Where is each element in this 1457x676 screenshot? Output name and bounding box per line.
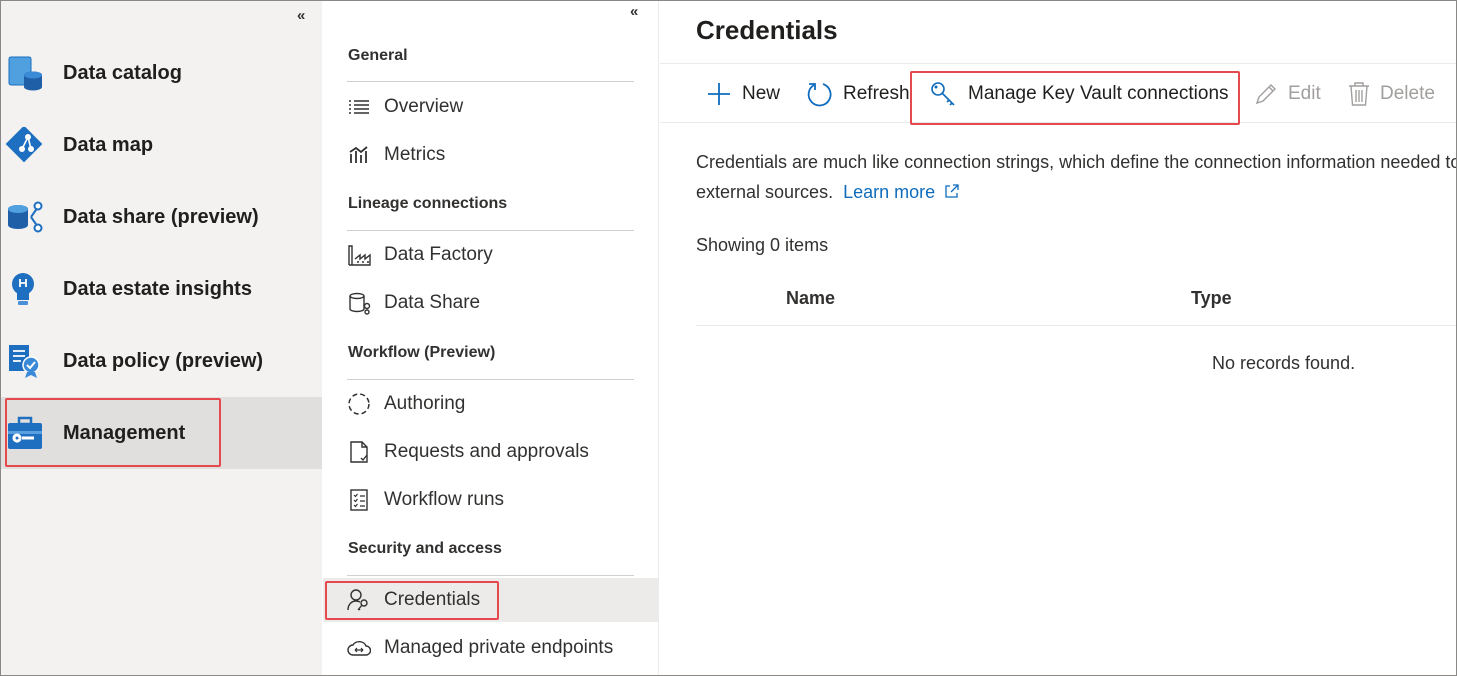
new-button[interactable]: New: [706, 64, 780, 124]
nav-label: Data estate insights: [63, 277, 252, 300]
mid-nav-label: Data Factory: [384, 244, 493, 265]
command-bar: New Refresh Manage Key Vault connections…: [660, 63, 1456, 123]
mid-nav-label: Credentials: [384, 589, 481, 610]
mid-nav-label: Overview: [384, 96, 464, 117]
mid-nav-item-data-factory[interactable]: Data Factory: [323, 233, 659, 277]
nav-item-data-catalog[interactable]: Data catalog: [1, 37, 322, 109]
section-title-workflow: Workflow (Preview): [348, 344, 496, 361]
document-icon: [347, 440, 371, 464]
manage-key-vault-connections-button[interactable]: Manage Key Vault connections: [930, 64, 1229, 124]
plus-icon: [708, 83, 730, 105]
key-icon: [931, 82, 955, 106]
mid-nav-item-metrics[interactable]: Metrics: [323, 133, 659, 177]
page-title: Credentials: [696, 15, 838, 45]
nav-item-data-share[interactable]: Data share (preview): [1, 181, 322, 253]
data-map-icon: [5, 125, 45, 163]
mid-nav-label: Workflow runs: [384, 489, 505, 510]
new-button-label: New: [742, 83, 781, 104]
manage-key-vault-label: Manage Key Vault connections: [968, 83, 1229, 104]
item-count: Showing 0 items: [696, 235, 829, 255]
description-line-1: Credentials are much like connection str…: [696, 152, 1456, 172]
nav-label: Data map: [63, 133, 154, 156]
data-share-icon: [5, 199, 45, 235]
edit-button[interactable]: Edit: [1254, 64, 1321, 124]
refresh-button-label: Refresh: [843, 83, 910, 104]
section-divider: [347, 81, 634, 82]
mid-nav-item-requests[interactable]: Requests and approvals: [323, 430, 659, 474]
page-description: Credentials are much like connection str…: [696, 147, 1456, 207]
section-title-security: Security and access: [348, 540, 502, 557]
mid-nav-item-managed-private-endpoints[interactable]: Managed private endpoints: [323, 626, 659, 670]
mid-nav-item-overview[interactable]: Overview: [323, 85, 659, 129]
pencil-icon: [1255, 84, 1276, 105]
empty-state-message: No records found.: [1212, 353, 1356, 373]
section-divider: [347, 379, 634, 380]
nav-label: Data share (preview): [63, 205, 259, 228]
collapse-mid-nav-button[interactable]: «: [630, 3, 639, 20]
credentials-page: Credentials New Refresh Manage Key Vault…: [660, 1, 1456, 675]
table-header-divider: [696, 325, 1456, 326]
mid-nav-label: Managed private endpoints: [384, 637, 614, 658]
section-divider: [347, 230, 634, 231]
nav-label: Data catalog: [63, 61, 182, 84]
mid-nav-label: Authoring: [384, 393, 466, 414]
nav-item-management[interactable]: Management: [1, 397, 322, 469]
collapse-left-nav-button[interactable]: «: [297, 7, 306, 24]
checklist-icon: [347, 488, 371, 512]
description-line-2: external sources.: [696, 182, 834, 202]
nav-item-data-estate-insights[interactable]: Data estate insights: [1, 253, 322, 325]
mid-nav-label: Metrics: [384, 144, 446, 165]
learn-more-link[interactable]: Learn more: [838, 182, 959, 202]
refresh-icon: [807, 82, 832, 106]
credentials-icon: [347, 588, 371, 612]
edit-button-label: Edit: [1288, 83, 1321, 104]
mid-nav-label: Requests and approvals: [384, 441, 589, 462]
mid-nav-item-workflow-runs[interactable]: Workflow runs: [323, 478, 659, 522]
factory-icon: [347, 243, 371, 267]
policy-icon: [5, 343, 45, 379]
external-link-icon: [945, 184, 959, 198]
list-icon: [347, 95, 371, 119]
mid-nav-item-data-share[interactable]: Data Share: [323, 281, 659, 325]
section-title-general: General: [348, 47, 408, 64]
mid-nav-item-credentials[interactable]: Credentials: [323, 578, 659, 622]
toolbox-icon: [5, 415, 45, 451]
data-catalog-icon: [5, 55, 45, 91]
database-share-icon: [347, 291, 371, 315]
section-divider: [347, 575, 634, 576]
delete-button-label: Delete: [1380, 83, 1435, 104]
left-navigation: « Data catalog Data map Data share (prev…: [1, 1, 322, 675]
refresh-button[interactable]: Refresh: [806, 64, 910, 124]
nav-label: Management: [63, 421, 186, 444]
trash-icon: [1349, 82, 1369, 106]
mid-nav-item-authoring[interactable]: Authoring: [323, 382, 659, 426]
management-navigation: « General Overview Metrics Lineage conne…: [323, 1, 659, 675]
mid-nav-label: Data Share: [384, 292, 481, 313]
metrics-icon: [347, 143, 371, 167]
learn-more-text: Learn more: [843, 182, 936, 202]
column-header-name[interactable]: Name: [786, 288, 835, 309]
authoring-icon: [347, 392, 371, 416]
nav-label: Data policy (preview): [63, 349, 264, 372]
column-header-type[interactable]: Type: [1191, 288, 1232, 309]
section-title-lineage: Lineage connections: [348, 195, 508, 212]
lightbulb-icon: [5, 271, 45, 307]
cloud-endpoint-icon: [347, 636, 372, 660]
nav-item-data-policy[interactable]: Data policy (preview): [1, 325, 322, 397]
nav-item-data-map[interactable]: Data map: [1, 109, 322, 181]
delete-button[interactable]: Delete: [1348, 64, 1435, 124]
